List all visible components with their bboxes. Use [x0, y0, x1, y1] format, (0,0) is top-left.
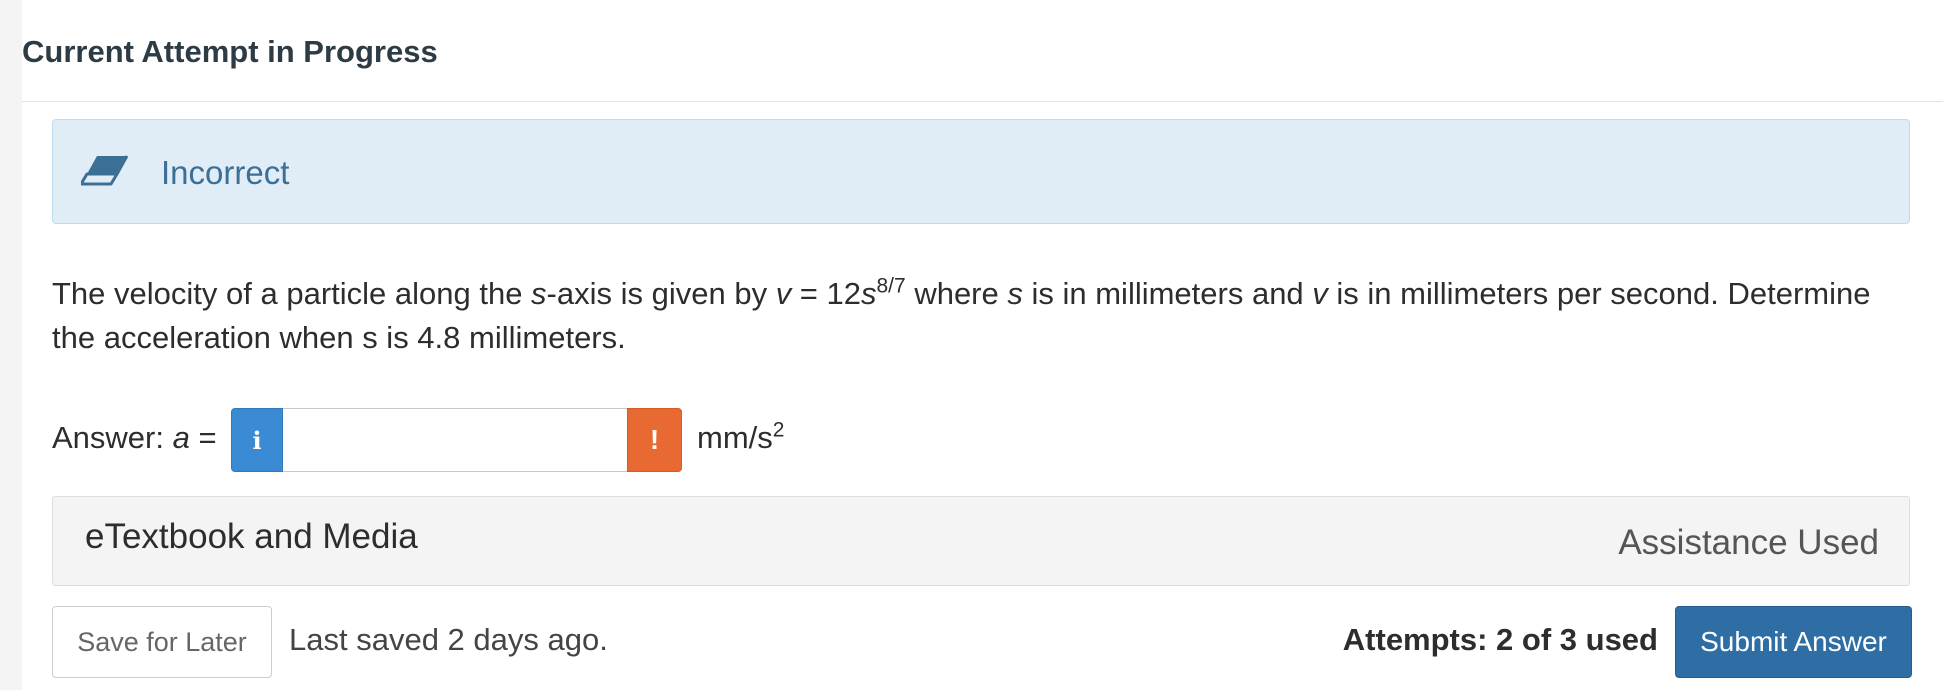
variable-s: s: [1007, 276, 1023, 311]
divider: [22, 101, 1943, 102]
left-rail: [0, 0, 22, 690]
etextbook-media-bar: eTextbook and Media Assistance Used: [52, 496, 1910, 586]
answer-label-prefix: Answer:: [52, 420, 173, 455]
info-icon: i: [252, 425, 262, 455]
answer-label: Answer: a =: [52, 420, 217, 456]
answer-label-suffix: =: [189, 420, 217, 455]
answer-variable: a: [172, 420, 190, 455]
feedback-alert: Incorrect: [52, 119, 1910, 224]
question-text: The velocity of a particle along the s-a…: [52, 272, 1912, 360]
unit-base: mm/s: [697, 420, 773, 455]
etextbook-media-link[interactable]: eTextbook and Media: [85, 517, 418, 557]
last-saved-text: Last saved 2 days ago.: [289, 622, 608, 657]
assignment-page: Current Attempt in Progress Incorrect Th…: [0, 0, 1943, 690]
save-for-later-button[interactable]: Save for Later: [52, 606, 272, 678]
attempts-counter: Attempts: 2 of 3 used: [1342, 622, 1658, 657]
warning-button[interactable]: !: [627, 408, 682, 472]
answer-input[interactable]: [283, 408, 629, 472]
eraser-icon: [81, 155, 129, 186]
variable-v: v: [1312, 276, 1328, 311]
variable-v: v: [775, 276, 792, 311]
question-segment: -axis is given by: [546, 276, 776, 311]
assistance-used-label: Assistance Used: [1618, 523, 1879, 562]
unit-exponent: 2: [772, 418, 785, 442]
variable-s: s: [861, 276, 877, 311]
question-segment: where: [905, 276, 1008, 311]
exponent: 8/7: [876, 274, 906, 298]
exclamation-icon: !: [649, 424, 660, 455]
question-segment: The velocity of a particle along the: [52, 276, 532, 311]
feedback-status: Incorrect: [161, 154, 290, 191]
question-segment: = 12: [791, 276, 861, 311]
info-button[interactable]: i: [231, 408, 283, 472]
variable-s: s: [531, 276, 547, 311]
answer-unit: mm/s2: [697, 420, 784, 456]
section-title: Current Attempt in Progress: [22, 34, 438, 69]
question-segment: is in millimeters and: [1022, 276, 1313, 311]
submit-answer-button[interactable]: Submit Answer: [1675, 606, 1912, 678]
